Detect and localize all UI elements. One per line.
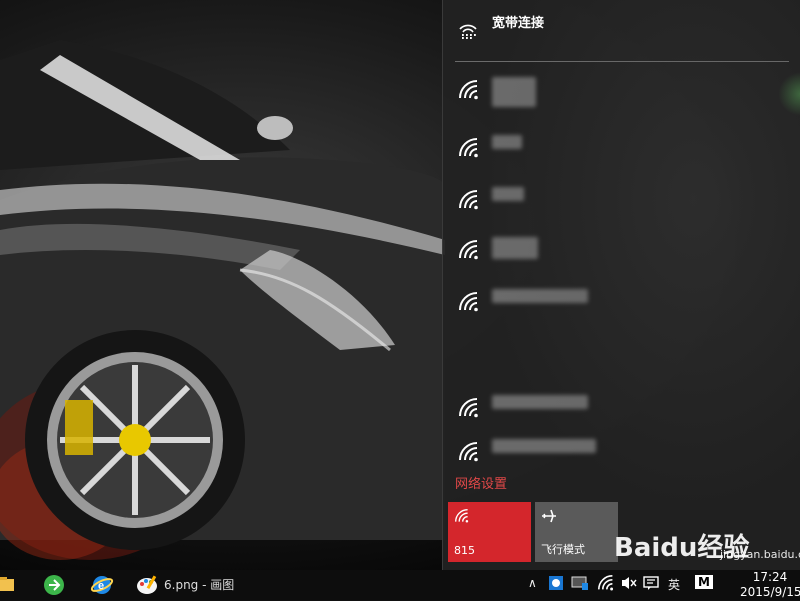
dialup-icon (458, 22, 478, 44)
tray-app-icon[interactable] (571, 575, 589, 594)
paint-icon[interactable] (136, 573, 160, 597)
wifi-toggle-tile[interactable]: 815 (448, 502, 531, 562)
action-center-icon[interactable] (643, 575, 659, 594)
network-name-redacted (492, 77, 536, 110)
wifi-network-item[interactable] (443, 282, 789, 326)
wifi-icon (458, 292, 480, 316)
input-language-indicator[interactable]: 英 (668, 576, 680, 593)
airplane-icon (541, 508, 557, 528)
paint-window-label[interactable]: 6.png - 画图 (164, 576, 234, 593)
scroll-indicator (778, 72, 800, 116)
wifi-network-item[interactable] (443, 70, 789, 114)
clock-date: 2015/9/15 (740, 585, 800, 599)
tray-app-icon[interactable] (548, 575, 564, 594)
network-name-redacted (492, 237, 538, 262)
network-name-redacted (492, 439, 596, 456)
wifi-network-item[interactable] (443, 180, 789, 224)
ime-mode-indicator[interactable]: M (695, 575, 713, 589)
ie-green-icon[interactable] (42, 573, 66, 597)
broadband-connection-label: 宽带连接 (492, 16, 545, 31)
wifi-icon (458, 442, 480, 466)
broadband-connection-item[interactable]: 宽带连接 (443, 0, 789, 60)
network-name-redacted (492, 289, 588, 306)
network-name-redacted (492, 395, 588, 412)
wifi-icon (458, 190, 480, 214)
wifi-icon (454, 508, 470, 527)
airplane-mode-tile[interactable]: 飞行模式 (535, 502, 618, 562)
network-tray-wifi-icon[interactable] (597, 575, 615, 594)
network-name-redacted (492, 135, 522, 152)
airplane-tile-label: 飞行模式 (541, 543, 585, 556)
svg-text:e: e (98, 580, 104, 592)
wifi-network-item[interactable] (443, 432, 789, 476)
file-explorer-icon[interactable] (0, 573, 22, 597)
wifi-icon (458, 138, 480, 162)
wifi-icon (458, 80, 480, 104)
wifi-network-item[interactable] (443, 230, 789, 274)
wifi-network-item[interactable] (443, 128, 789, 172)
baidu-jingyan-watermark: Baidu经验 jingyan.baidu.com (612, 515, 800, 565)
watermark-url: jingyan.baidu.com (720, 548, 800, 561)
internet-explorer-icon[interactable]: e (90, 573, 114, 597)
wifi-icon (458, 398, 480, 422)
network-name-redacted (492, 187, 524, 204)
clock-time: 17:24 (752, 570, 788, 584)
wifi-icon (458, 240, 480, 264)
network-settings-link[interactable]: 网络设置 (455, 473, 507, 492)
wifi-tile-label: 815 (454, 544, 475, 557)
taskbar-clock[interactable]: 17:24 2015/9/15 (740, 570, 800, 600)
show-hidden-icons-chevron-icon[interactable]: ∧ (528, 576, 537, 590)
volume-muted-icon[interactable] (620, 575, 638, 594)
divider (455, 61, 789, 62)
wifi-network-item[interactable] (443, 388, 789, 432)
